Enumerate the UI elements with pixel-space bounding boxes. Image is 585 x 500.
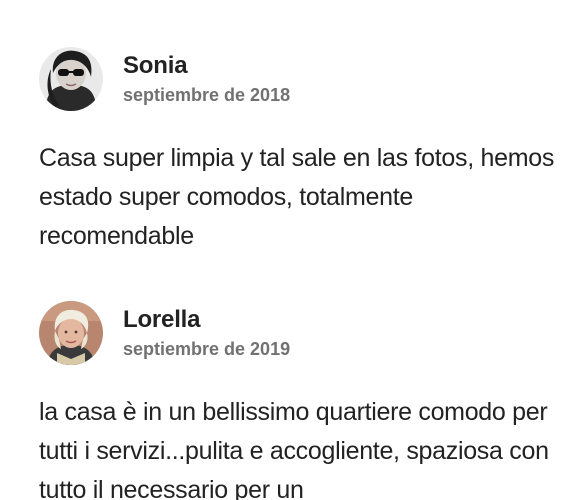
review-date: septiembre de 2019 — [123, 339, 291, 359]
review-item: Lorella septiembre de 2019 la casa è in … — [39, 301, 579, 500]
review-text: la casa è in un bellissimo quartiere com… — [39, 398, 549, 500]
review-item: Sonia septiembre de 2018 Casa super limp… — [39, 47, 579, 256]
reviewer-meta: Sonia septiembre de 2018 — [123, 52, 290, 106]
avatar-blonde-icon — [39, 301, 103, 365]
reviewer-name[interactable]: Sonia — [123, 52, 290, 80]
review-date: septiembre de 2018 — [123, 85, 291, 105]
avatar[interactable] — [39, 301, 103, 365]
reviewer-name[interactable]: Lorella — [123, 306, 290, 334]
avatar-sunglasses-icon — [39, 47, 103, 111]
reviewer-meta: Lorella septiembre de 2019 — [123, 306, 290, 360]
review-text: Casa super limpia y tal sale en las foto… — [39, 144, 555, 250]
reviewer-header: Sonia septiembre de 2018 — [39, 47, 579, 111]
reviewer-header: Lorella septiembre de 2019 — [39, 301, 579, 365]
avatar[interactable] — [39, 47, 103, 111]
